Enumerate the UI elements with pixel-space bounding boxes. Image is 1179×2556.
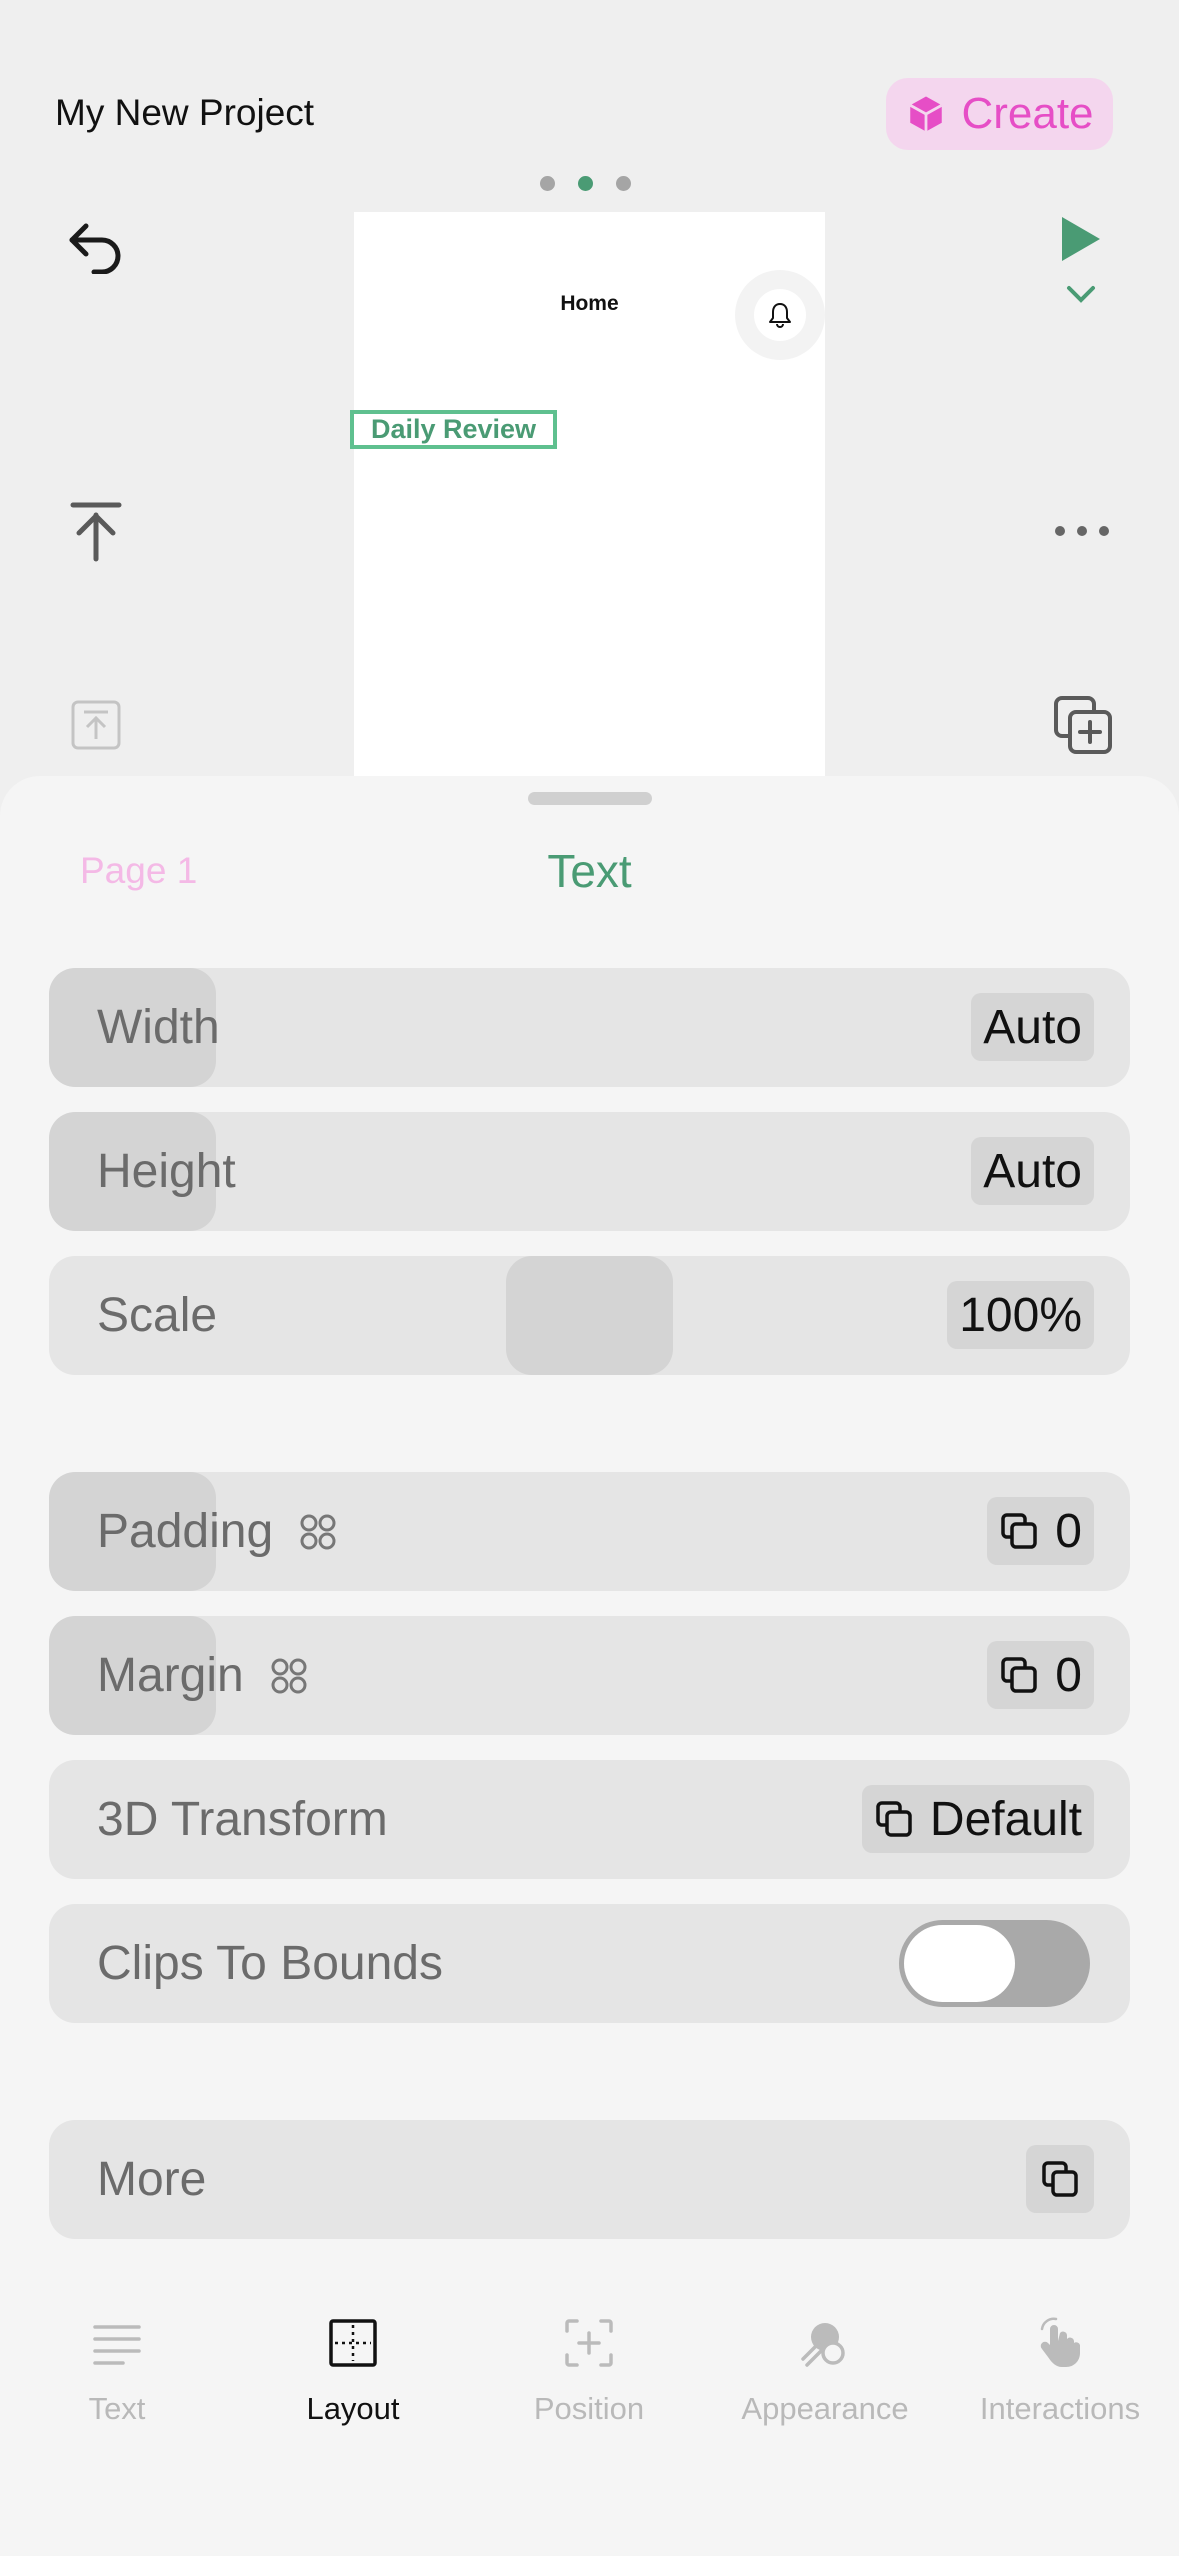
scale-label: Scale bbox=[97, 1289, 218, 1342]
undo-button[interactable] bbox=[64, 215, 128, 275]
padding-value: 0 bbox=[1055, 1504, 1082, 1558]
page-dot[interactable] bbox=[616, 176, 631, 191]
margin-row[interactable]: Margin 0 bbox=[49, 1616, 1130, 1735]
padding-value-button[interactable]: 0 bbox=[987, 1497, 1094, 1565]
tab-text[interactable]: Text bbox=[0, 2315, 237, 2427]
tab-layout[interactable]: Layout bbox=[233, 2315, 473, 2427]
sheet-grabber[interactable] bbox=[528, 792, 652, 805]
tab-appearance[interactable]: Appearance bbox=[705, 2315, 945, 2427]
copy-icon bbox=[1001, 1513, 1038, 1549]
play-button[interactable] bbox=[1060, 212, 1102, 306]
margin-value-button[interactable]: 0 bbox=[987, 1641, 1094, 1709]
clips-row: Clips To Bounds bbox=[49, 1904, 1130, 2023]
padding-row[interactable]: Padding 0 bbox=[49, 1472, 1130, 1591]
undo-icon bbox=[69, 223, 121, 274]
tab-layout-label: Layout bbox=[306, 2391, 400, 2426]
more-button[interactable] bbox=[1026, 2145, 1094, 2213]
tab-position-label: Position bbox=[533, 2391, 645, 2426]
bell-icon bbox=[769, 303, 791, 328]
height-value[interactable]: Auto bbox=[971, 1137, 1094, 1205]
ellipsis-icon bbox=[1055, 526, 1109, 536]
play-icon bbox=[1062, 217, 1100, 261]
page-dot[interactable] bbox=[540, 176, 555, 191]
width-row[interactable]: Width Auto bbox=[49, 968, 1130, 1087]
text-lines-icon bbox=[93, 2325, 141, 2365]
margin-value: 0 bbox=[1055, 1648, 1082, 1702]
tab-text-label: Text bbox=[88, 2391, 146, 2426]
add-duplicate-button[interactable] bbox=[1052, 694, 1114, 756]
transform-value: Default bbox=[929, 1792, 1082, 1846]
create-button[interactable]: Create bbox=[886, 78, 1113, 150]
clips-label: Clips To Bounds bbox=[97, 1937, 443, 1990]
project-title[interactable]: My New Project bbox=[55, 92, 314, 134]
chevron-down-icon bbox=[1067, 286, 1095, 303]
copy-icon bbox=[876, 1801, 912, 1837]
tab-interactions-label: Interactions bbox=[979, 2391, 1141, 2426]
transform-row[interactable]: 3D Transform Default bbox=[49, 1760, 1130, 1879]
move-to-top-button[interactable] bbox=[68, 500, 124, 564]
four-circles-icon[interactable] bbox=[299, 1513, 337, 1551]
padding-label: Padding bbox=[97, 1505, 274, 1558]
scale-slider-handle[interactable] bbox=[506, 1256, 673, 1375]
page-dot-active[interactable] bbox=[578, 176, 593, 191]
selected-text-element[interactable]: Daily Review bbox=[350, 410, 557, 449]
clips-toggle-thumb bbox=[904, 1925, 1015, 2002]
copy-icon bbox=[1042, 2161, 1078, 2197]
upload-box-button[interactable] bbox=[68, 697, 124, 753]
transform-value-button[interactable]: Default bbox=[861, 1785, 1094, 1853]
create-label: Create bbox=[961, 89, 1094, 138]
cube-icon bbox=[910, 96, 943, 132]
page-indicator[interactable] bbox=[540, 176, 631, 191]
scale-row[interactable]: Scale 100% bbox=[49, 1256, 1130, 1375]
more-options-button[interactable] bbox=[1053, 520, 1111, 542]
width-value[interactable]: Auto bbox=[971, 993, 1094, 1061]
copy-icon bbox=[1001, 1657, 1038, 1693]
layout-icon bbox=[329, 2319, 377, 2367]
transform-label: 3D Transform bbox=[97, 1793, 388, 1846]
four-circles-icon[interactable] bbox=[270, 1657, 308, 1695]
margin-label: Margin bbox=[97, 1649, 244, 1702]
hand-tap-icon bbox=[1040, 2317, 1080, 2367]
arrow-up-to-line-icon bbox=[70, 502, 122, 562]
plus-square-on-square-icon bbox=[1054, 696, 1112, 754]
upload-box-icon bbox=[71, 700, 121, 750]
preview-notification-button[interactable] bbox=[735, 270, 825, 360]
more-label: More bbox=[97, 2153, 207, 2206]
more-row[interactable]: More bbox=[49, 2120, 1130, 2239]
tab-interactions[interactable]: Interactions bbox=[940, 2315, 1179, 2427]
clips-toggle[interactable] bbox=[899, 1920, 1090, 2007]
height-label: Height bbox=[97, 1145, 236, 1198]
width-label: Width bbox=[97, 1001, 220, 1054]
appearance-icon bbox=[801, 2323, 845, 2367]
scale-value[interactable]: 100% bbox=[947, 1281, 1094, 1349]
sheet-title: Text bbox=[547, 845, 632, 897]
tab-appearance-label: Appearance bbox=[741, 2391, 909, 2426]
height-row[interactable]: Height Auto bbox=[49, 1112, 1130, 1231]
position-icon bbox=[565, 2319, 613, 2367]
tab-position[interactable]: Position bbox=[469, 2315, 709, 2427]
canvas-preview[interactable]: Home bbox=[354, 212, 825, 782]
